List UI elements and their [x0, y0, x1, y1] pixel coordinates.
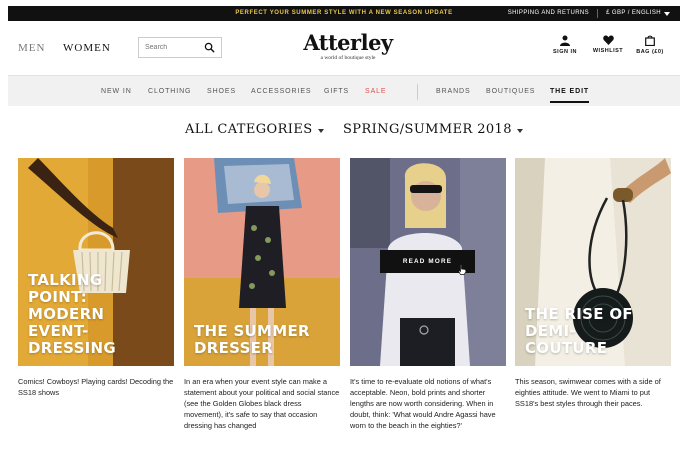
- article-image[interactable]: THE SUMMER DRESSER: [184, 158, 340, 366]
- search-icon[interactable]: [204, 42, 215, 53]
- article-card[interactable]: THE SUMMER DRESSER In an era when your e…: [184, 158, 340, 431]
- user-icon: [560, 35, 570, 46]
- hand-cursor-icon: [458, 264, 467, 275]
- nav-item-brands[interactable]: BRANDS: [436, 76, 471, 107]
- article-image[interactable]: READ MORE: [350, 158, 506, 366]
- search-box[interactable]: [138, 37, 222, 58]
- article-title: THE RISE OF DEMI- COUTURE: [525, 305, 633, 357]
- nav-item-accessories[interactable]: ACCESSORIES: [251, 76, 311, 107]
- promo-bar: PERFECT YOUR SUMMER STYLE WITH A NEW SEA…: [8, 6, 680, 21]
- site-header: MEN WOMEN Atterley a world of boutique s…: [8, 22, 680, 74]
- article-title: THE SUMMER DRESSER: [194, 322, 310, 357]
- season-filter[interactable]: SPRING/SUMMER 2018: [343, 122, 523, 137]
- main-nav: NEW IN CLOTHING SHOES ACCESSORIES GIFTS …: [8, 75, 680, 106]
- locale-selector[interactable]: £ GBP / ENGLISH: [606, 6, 670, 21]
- caret-down-icon: [516, 128, 523, 133]
- topbar-divider: [597, 9, 599, 18]
- article-image[interactable]: THE RISE OF DEMI- COUTURE: [515, 158, 671, 366]
- article-description: It's time to re-evaluate old notions of …: [350, 377, 496, 430]
- nav-item-boutiques[interactable]: BOUTIQUES: [486, 76, 535, 107]
- heart-icon: [602, 35, 614, 45]
- sign-in-label: SIGN IN: [553, 49, 577, 55]
- article-title: TALKING POINT: MODERN EVENT- DRESSING: [28, 271, 117, 357]
- nav-item-the-edit[interactable]: THE EDIT: [550, 76, 590, 107]
- caret-down-icon: [317, 128, 324, 133]
- chevron-down-icon: [664, 11, 670, 16]
- article-description: In an era when your event style can make…: [184, 377, 340, 430]
- search-input[interactable]: [145, 44, 201, 51]
- nav-divider: [417, 84, 418, 100]
- logo-text: Atterley: [303, 30, 393, 55]
- article-description: This season, swimwear comes with a side …: [515, 377, 661, 408]
- locale-label: £ GBP / ENGLISH: [606, 10, 661, 16]
- nav-item-gifts[interactable]: GIFTS: [324, 76, 349, 107]
- category-filter-label: ALL CATEGORIES: [185, 122, 313, 137]
- wishlist-label: WISHLIST: [592, 48, 624, 54]
- sign-in-button[interactable]: SIGN IN: [545, 35, 585, 55]
- category-filter[interactable]: ALL CATEGORIES: [185, 122, 324, 137]
- season-filter-label: SPRING/SUMMER 2018: [343, 122, 512, 137]
- bag-label: BAG (£0): [636, 49, 664, 55]
- bag-button[interactable]: BAG (£0): [630, 35, 670, 55]
- nav-item-new-in[interactable]: NEW IN: [101, 76, 132, 107]
- nav-women[interactable]: WOMEN: [63, 42, 111, 54]
- bag-icon: [645, 35, 655, 46]
- logo-tagline: a world of boutique style: [320, 55, 376, 61]
- article-card[interactable]: THE RISE OF DEMI- COUTURE This season, s…: [515, 158, 671, 409]
- nav-item-sale[interactable]: SALE: [365, 76, 387, 107]
- wishlist-button[interactable]: WISHLIST: [588, 35, 628, 54]
- logo[interactable]: Atterley a world of boutique style: [298, 30, 398, 62]
- nav-item-shoes[interactable]: SHOES: [207, 76, 236, 107]
- article-image[interactable]: TALKING POINT: MODERN EVENT- DRESSING: [18, 158, 174, 366]
- topbar-right: SHIPPING AND RETURNS £ GBP / ENGLISH: [508, 6, 670, 21]
- nav-men[interactable]: MEN: [18, 42, 45, 54]
- article-card[interactable]: TALKING POINT: MODERN EVENT- DRESSING Co…: [18, 158, 174, 398]
- article-card[interactable]: READ MORE It's time to re-evaluate old n…: [350, 158, 506, 431]
- shipping-link[interactable]: SHIPPING AND RETURNS: [508, 6, 589, 21]
- article-description: Comics! Cowboys! Playing cards! Decoding…: [18, 377, 174, 397]
- nav-item-clothing[interactable]: CLOTHING: [148, 76, 191, 107]
